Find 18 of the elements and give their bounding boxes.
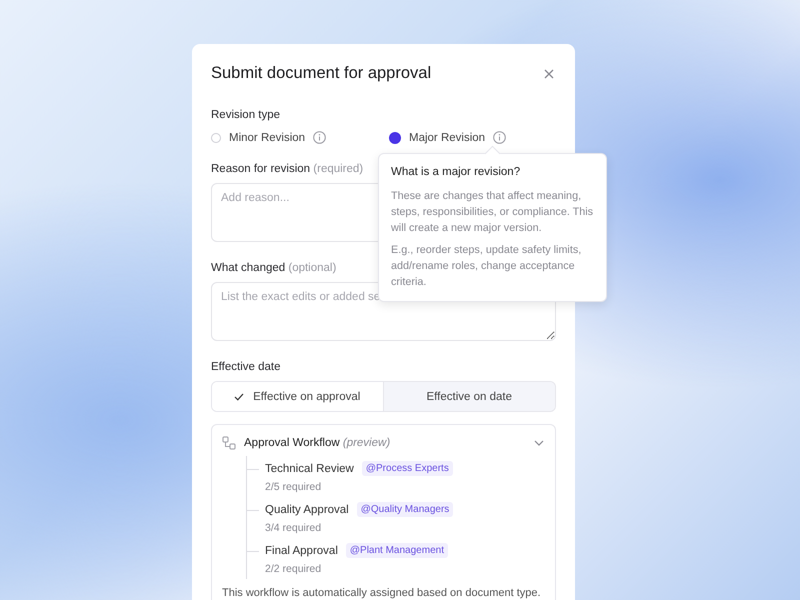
field-label: Revision type <box>211 109 280 121</box>
required-count: 3/4 required <box>265 522 322 534</box>
group-tag: @Quality Managers <box>356 502 454 517</box>
group-tag: @Plant Management <box>346 543 448 558</box>
step-name: Technical Review <box>265 462 354 474</box>
workflow-note: This workflow is automatically assigned based on document type. <box>222 587 542 599</box>
field-label: Reason for revision (required) <box>211 163 364 175</box>
field-label: What changed (optional) <box>211 262 336 274</box>
field-label: Effective date <box>211 361 280 373</box>
required-count: 2/2 required <box>265 563 322 575</box>
step-name: Final Approval <box>265 544 338 556</box>
required-count: 2/5 required <box>265 481 322 493</box>
dialog-title: Submit document for approval <box>211 64 432 83</box>
tooltip-text: These are changes that affect meaning, steps, responsibilities, or compliance. This will create a new major version. <box>391 189 594 236</box>
tooltip-title: What is a major revision? <box>391 166 522 178</box>
workflow-title: Approval Workflow (preview) <box>244 437 392 449</box>
step-name: Quality Approval <box>265 504 349 516</box>
group-tag: @Process Experts <box>362 461 453 476</box>
